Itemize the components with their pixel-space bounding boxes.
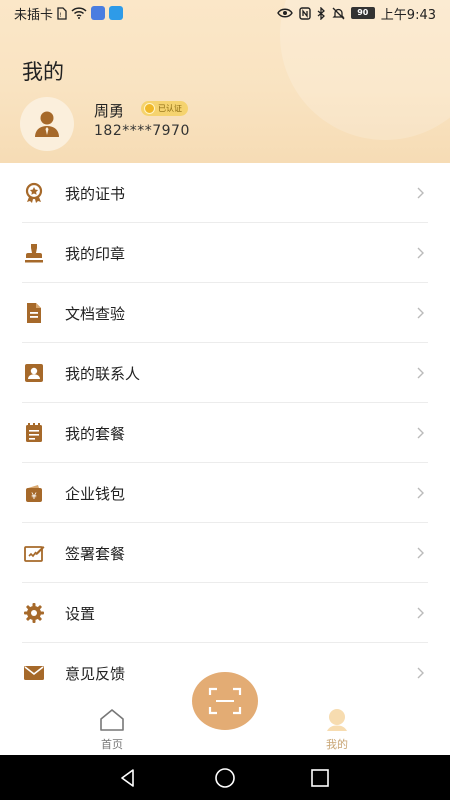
wifi-icon: [71, 7, 87, 19]
menu-list: 我的证书 我的印章 文档查验 我的联系人 我的套餐 ¥ 企业钱包 签署套餐 设置…: [0, 163, 450, 703]
scan-button[interactable]: [192, 672, 258, 730]
battery-icon: 90: [350, 7, 375, 19]
menu-item-stamp[interactable]: 我的印章: [0, 223, 450, 283]
nfc-icon: [299, 6, 311, 20]
gear-icon: [22, 601, 46, 625]
back-button[interactable]: [115, 765, 141, 791]
user-phone: 182****7970: [94, 123, 190, 139]
tab-mine-label: 我的: [326, 738, 348, 751]
chevron-right-icon: [417, 367, 424, 379]
menu-item-contacts[interactable]: 我的联系人: [0, 343, 450, 403]
page-title: 我的: [22, 60, 64, 84]
verified-badge: 已认证: [141, 101, 188, 116]
home-circle-icon: [215, 768, 235, 788]
profile-header: 未插卡 ! 90 上午9:43 我的 周勇 已认证 182****7970: [0, 0, 450, 163]
chevron-right-icon: [417, 187, 424, 199]
menu-label: 我的套餐: [65, 424, 126, 443]
wallet-icon: ¥: [22, 481, 46, 505]
user-name: 周勇: [94, 102, 125, 120]
mute-bell-icon: [332, 7, 345, 20]
carrier-label: 未插卡: [14, 7, 54, 23]
certificate-icon: [22, 181, 46, 205]
menu-item-document-check[interactable]: 文档查验: [0, 283, 450, 343]
clock: 上午9:43: [380, 7, 436, 23]
avatar[interactable]: [20, 97, 74, 151]
chevron-right-icon: [417, 427, 424, 439]
package-icon: [22, 421, 46, 445]
menu-label: 设置: [65, 604, 96, 623]
menu-label: 我的印章: [65, 244, 126, 263]
menu-item-certificate[interactable]: 我的证书: [0, 163, 450, 223]
menu-item-package[interactable]: 我的套餐: [0, 403, 450, 463]
home-nav-button[interactable]: [212, 765, 238, 791]
mail-icon: [22, 661, 46, 685]
recents-button[interactable]: [307, 765, 333, 791]
user-tab-icon: [327, 709, 347, 731]
menu-item-wallet[interactable]: ¥ 企业钱包: [0, 463, 450, 523]
scan-icon: [208, 687, 242, 715]
menu-label: 文档查验: [65, 304, 126, 323]
chevron-right-icon: [417, 607, 424, 619]
menu-label: 签署套餐: [65, 544, 126, 563]
chevron-right-icon: [417, 547, 424, 559]
chevron-right-icon: [417, 487, 424, 499]
bluetooth-icon: [317, 6, 326, 20]
sim-icon: !: [57, 6, 67, 20]
home-icon: [100, 709, 124, 731]
app-notification-icon: [91, 6, 106, 20]
tab-home-label: 首页: [101, 738, 123, 751]
status-bar: 未插卡 ! 90 上午9:43: [0, 0, 450, 26]
back-triangle-icon: [121, 769, 134, 787]
tab-home[interactable]: 首页: [72, 700, 152, 755]
menu-label: 我的联系人: [65, 364, 141, 383]
sign-package-icon: [22, 541, 46, 565]
verified-coin-icon: [144, 103, 155, 114]
contact-icon: [22, 361, 46, 385]
verified-label: 已认证: [158, 104, 182, 113]
recents-square-icon: [311, 769, 329, 787]
document-icon: [22, 301, 46, 325]
svg-text:!: !: [60, 12, 62, 19]
menu-label: 企业钱包: [65, 484, 126, 503]
chevron-right-icon: [417, 247, 424, 259]
tab-mine[interactable]: 我的: [297, 700, 377, 755]
search-app-notification-icon: [109, 6, 124, 20]
svg-text:¥: ¥: [31, 492, 37, 502]
menu-label: 我的证书: [65, 184, 126, 203]
stamp-icon: [22, 241, 46, 265]
user-silhouette-icon: [35, 111, 59, 137]
chevron-right-icon: [417, 307, 424, 319]
menu-item-settings[interactable]: 设置: [0, 583, 450, 643]
system-nav-bar: [0, 755, 450, 800]
menu-item-sign-package[interactable]: 签署套餐: [0, 523, 450, 583]
menu-label: 意见反馈: [65, 664, 126, 683]
chevron-right-icon: [417, 667, 424, 679]
eye-icon: [276, 8, 293, 18]
